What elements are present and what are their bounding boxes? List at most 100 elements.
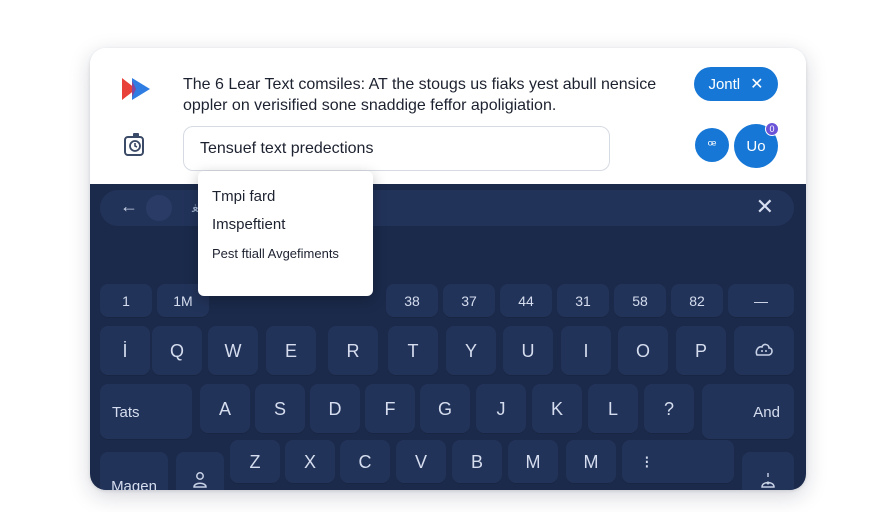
key-label: 31 xyxy=(575,293,591,309)
key[interactable]: F xyxy=(365,384,415,434)
key-label: L xyxy=(607,398,618,419)
enter-key[interactable]: ⌄ xyxy=(742,452,794,490)
key-label: X xyxy=(303,451,316,472)
key[interactable]: 37 xyxy=(443,284,495,318)
key[interactable]: 82 xyxy=(671,284,723,318)
join-label: Jontl xyxy=(708,75,741,93)
key[interactable]: B xyxy=(452,440,502,484)
key-label: T xyxy=(407,340,419,361)
key-label: P xyxy=(694,340,707,361)
key[interactable]: K xyxy=(532,384,582,434)
key[interactable]: D xyxy=(310,384,360,434)
close-icon[interactable]: ✕ xyxy=(750,74,763,94)
undo-button[interactable]: ꟹ xyxy=(695,128,729,162)
key[interactable]: C xyxy=(340,440,390,484)
key[interactable]: V xyxy=(396,440,446,484)
key[interactable]: Y xyxy=(446,326,496,376)
key[interactable]: O xyxy=(618,326,668,376)
key-label: F xyxy=(384,398,396,419)
join-button[interactable]: Jontl ✕ xyxy=(694,67,778,101)
suggestion-item[interactable]: Tmpi fard xyxy=(212,188,275,205)
key-label: Magen xyxy=(111,478,157,490)
key[interactable]: W xyxy=(208,326,258,376)
mic-icon xyxy=(761,473,775,488)
key[interactable]: U xyxy=(503,326,553,376)
key-label: W xyxy=(224,340,242,361)
text-input[interactable]: Tensuef text predections xyxy=(183,126,610,171)
key-label: ⁝ xyxy=(644,451,650,472)
suggestion-item[interactable]: Pest ftiall Avgefiments xyxy=(212,245,362,263)
key-label: B xyxy=(470,451,483,472)
key-label: C xyxy=(358,451,372,472)
key-label: İ xyxy=(122,340,128,361)
key-label: 1M xyxy=(173,293,193,309)
key[interactable]: I xyxy=(561,326,611,376)
key[interactable]: M xyxy=(566,440,616,484)
key[interactable]: — xyxy=(728,284,794,318)
key[interactable]: E xyxy=(266,326,316,376)
key-label: K xyxy=(550,398,563,419)
key[interactable]: X xyxy=(285,440,335,484)
text-input-value: Tensuef text predections xyxy=(200,139,374,157)
tabs-key[interactable]: Tats xyxy=(100,384,192,440)
key[interactable]: R xyxy=(328,326,378,376)
key-label: R xyxy=(346,340,360,361)
key-label: U xyxy=(521,340,535,361)
close-keyboard-icon[interactable]: ✕ xyxy=(756,194,774,220)
key[interactable]: ? xyxy=(644,384,694,434)
key-label: E xyxy=(284,340,297,361)
key-label: 1 xyxy=(122,293,130,309)
key[interactable]: 44 xyxy=(500,284,552,318)
key-label: — xyxy=(754,293,768,309)
key[interactable]: Z xyxy=(230,440,280,484)
emoji-key[interactable] xyxy=(734,326,794,376)
key[interactable]: 1 xyxy=(100,284,152,318)
key-label: D xyxy=(328,398,342,419)
key[interactable]: A xyxy=(200,384,250,434)
key-label: A xyxy=(218,398,231,419)
key[interactable]: G xyxy=(420,384,470,434)
key-label: Z xyxy=(249,451,261,472)
undo-icon: ꟹ xyxy=(707,136,717,153)
key[interactable]: İ xyxy=(100,326,150,376)
key-label: J xyxy=(496,398,506,419)
magen-key[interactable]: Magen xyxy=(100,452,168,490)
emoji-icon xyxy=(755,343,773,356)
header: The 6 Lear Text comsiles: AT the stougs … xyxy=(90,48,806,184)
key-label: 44 xyxy=(518,293,534,309)
shift-key[interactable]: + xyxy=(176,452,224,490)
key-label: 37 xyxy=(461,293,477,309)
notification-badge: 0 xyxy=(765,122,779,136)
key[interactable]: 31 xyxy=(557,284,609,318)
key[interactable]: T xyxy=(388,326,438,376)
key-label: V xyxy=(414,451,427,472)
key-label: M xyxy=(583,451,599,472)
key-label: M xyxy=(525,451,541,472)
key-label: 38 xyxy=(404,293,420,309)
app-logo-icon xyxy=(122,78,150,100)
key[interactable]: J xyxy=(476,384,526,434)
key-label: ? xyxy=(663,398,674,419)
key-label: O xyxy=(635,340,650,361)
back-arrow-icon[interactable]: ← xyxy=(120,196,138,217)
key-label: I xyxy=(583,340,589,361)
key[interactable]: S xyxy=(255,384,305,434)
key[interactable]: Q xyxy=(152,326,202,376)
key-label: Y xyxy=(464,340,477,361)
suggestion-item[interactable]: Imspeftient xyxy=(212,216,285,233)
key-label: 82 xyxy=(689,293,705,309)
toolbar-dot[interactable] xyxy=(146,195,172,221)
key-label: S xyxy=(273,398,286,419)
timer-icon[interactable] xyxy=(123,132,147,158)
key-label: And xyxy=(753,403,780,421)
key[interactable]: L xyxy=(588,384,638,434)
key[interactable]: ⁝ xyxy=(622,440,734,484)
key[interactable]: 38 xyxy=(386,284,438,318)
key-label: Q xyxy=(169,340,184,361)
key[interactable]: P xyxy=(676,326,726,376)
person-icon xyxy=(193,471,207,488)
key[interactable]: 58 xyxy=(614,284,666,318)
and-key[interactable]: And xyxy=(702,384,794,440)
uo-label: Uo xyxy=(746,137,766,155)
key[interactable]: M xyxy=(508,440,558,484)
